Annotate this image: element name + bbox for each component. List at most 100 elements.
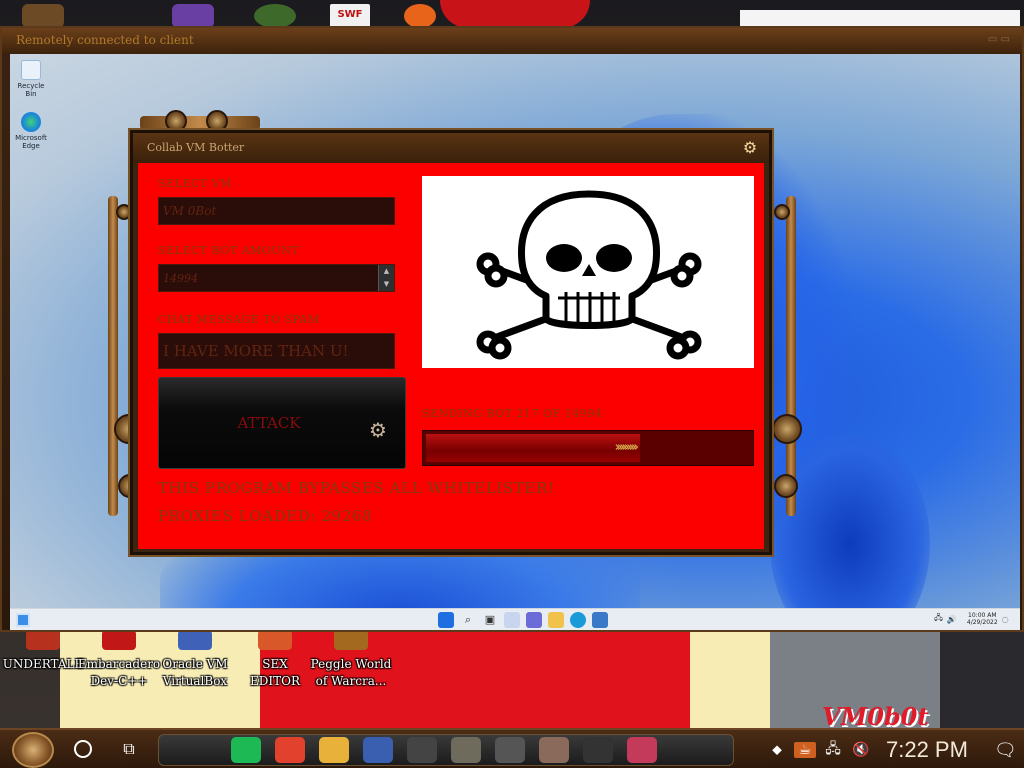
bot-amount-stepper[interactable]: 14994 ▲ ▼ [158,264,395,292]
chat-message-label: CHAT MESSAGE TO SPAM [158,313,320,326]
host-desktop-icon[interactable]: UNDERTALE [0,630,86,673]
host-desktop-icon[interactable]: Embarcadero Dev-C++ [76,630,162,690]
vm-clock-date: 4/29/2022 [966,619,998,626]
spotify-icon[interactable] [231,737,261,763]
notification-center-icon[interactable]: 🗨 [994,740,1017,761]
host-taskbar: ⧉ ⬥ ☕ 🖧 🔇 7:22 PM 🗨 [0,728,1024,768]
select-vm-value: VM 0Bot [163,204,217,218]
vm-taskbar: ⌕ ▣ 🖧 🔊 10:00 AM 4/29/2022 ◌ [10,608,1020,630]
portrait-app-icon[interactable] [539,737,569,763]
cortana-search-icon[interactable] [74,740,92,758]
bot-app-window: Collab VM Botter ⚙ SELECT VM VM 0Bot SEL… [130,130,772,555]
progress-chevrons-icon: ››››››››› [614,440,639,455]
vm-clock-time: 10:00 AM [968,612,997,619]
host-system-tray: ⬥ ☕ 🖧 🔇 7:22 PM 🗨 [760,732,1024,768]
volume-icon[interactable]: 🔊 [947,615,957,624]
bot-app-title: Collab VM Botter [147,141,245,154]
sending-progress-bar: ››››››››› [422,430,754,466]
chevron-up-icon[interactable]: ⬥ [766,742,788,758]
gear-ornament [774,474,798,498]
gimp-icon[interactable] [451,737,481,763]
gauge-ornament [206,110,228,132]
virtualbox-icon [178,630,212,650]
store-icon[interactable] [592,612,608,628]
brass-ornament-top [140,116,260,130]
host-wallpaper-dark-area [940,630,1024,730]
gauge-ornament [165,110,187,132]
stepper-down-icon[interactable]: ▼ [379,278,394,291]
bypass-note: THIS PROGRAM BYPASSES ALL WHITELISTER! [158,479,555,497]
host-wallpaper-cream-right [690,630,770,730]
firefox-icon[interactable] [404,4,436,28]
vm-system-tray: 🖧 🔊 10:00 AM 4/29/2022 ◌ [934,612,1009,626]
remote-window-controls[interactable]: ▭ ▭ [988,34,1010,45]
pinned-apps [158,734,734,766]
undertale-icon [26,630,60,650]
java-update-icon[interactable]: ☕ [794,742,816,758]
widgets-icon[interactable] [16,613,30,627]
unity-icon[interactable] [583,737,613,763]
installer-icon[interactable] [627,737,657,763]
vm-clock[interactable]: 10:00 AM 4/29/2022 [967,612,998,626]
devcpp-icon [102,630,136,650]
network-icon[interactable]: 🖧 [934,612,943,626]
chat-icon[interactable] [526,612,542,628]
vm-taskbar-apps: ⌕ ▣ [438,612,608,628]
attack-button[interactable]: ATTACK ⚙ [158,377,406,469]
peggle-icon [334,630,368,650]
stepper-up-icon[interactable]: ▲ [379,265,394,278]
edge-taskbar-icon[interactable] [570,612,586,628]
tree-app-icon[interactable] [254,4,296,28]
start-button[interactable] [12,732,54,768]
file-explorer-icon[interactable] [548,612,564,628]
recycle-bin-icon [21,60,41,80]
search-icon[interactable]: ⌕ [460,612,476,628]
brass-pipe-right [786,196,796,516]
host-desktop-icon[interactable]: Oracle VM VirtualBox [152,630,238,690]
stepper-buttons[interactable]: ▲ ▼ [378,265,394,291]
host-watermark: VM0b0t [822,702,929,731]
host-desktop-icon-label: Peggle World of Warcra... [310,657,392,688]
virtualbox-icon[interactable] [363,737,393,763]
task-view-icon[interactable]: ▣ [482,612,498,628]
volume-muted-icon[interactable]: 🔇 [850,742,872,758]
wrench-gear-icon: ⚙ [369,418,387,442]
help-icon[interactable] [407,737,437,763]
file-explorer-icon[interactable] [319,737,349,763]
host-desktop-icon[interactable]: Peggle World of Warcra... [308,630,394,690]
bot-amount-value: 14994 [163,271,198,285]
settings-gear-icon[interactable]: ⚙ [741,139,759,157]
select-vm-dropdown[interactable]: VM 0Bot [158,197,395,225]
progress-fill: ››››››››› [426,434,640,462]
vm-desktop-icon-recycle-bin[interactable]: Recycle Bin [12,60,50,98]
host-desktop-icon-label: Embarcadero Dev-C++ [77,657,161,688]
gear-ornament [774,204,790,220]
swf-file-icon[interactable]: SWF [330,4,370,28]
remote-titlebar[interactable]: Remotely connected to client ▭ ▭ [2,28,1022,54]
sex-editor-icon [258,630,292,650]
chrome-icon[interactable] [275,737,305,763]
attack-button-label: ATTACK [237,414,301,432]
bot-app-body: SELECT VM VM 0Bot SELECT BOT AMOUNT 1499… [138,163,764,549]
widgets-board-icon[interactable] [504,612,520,628]
network-icon[interactable]: 🖧 [822,738,844,762]
task-view-icon[interactable]: ⧉ [118,738,140,760]
gear-ornament [772,414,802,444]
remote-window-title: Remotely connected to client [16,33,194,47]
windows-start-icon[interactable] [438,612,454,628]
proxies-loaded-status: PROXIES LOADED: 29268 [158,507,373,525]
skull-app-icon[interactable] [495,737,525,763]
vm-desktop-icon-label: Microsoft Edge [15,134,47,150]
bot-app-titlebar[interactable]: Collab VM Botter ⚙ [133,133,769,163]
host-wallpaper-red-shape [440,0,590,28]
host-desktop-icon-label: SEX EDITOR [250,657,300,688]
chat-message-input[interactable]: I HAVE MORE THAN U! [158,333,395,369]
vm-desktop-icon-edge[interactable]: Microsoft Edge [12,112,50,150]
gears-app-icon[interactable] [22,4,64,28]
notification-icon[interactable]: ◌ [1002,615,1009,624]
host-clock[interactable]: 7:22 PM [886,737,968,763]
visual-studio-icon[interactable] [172,4,214,28]
skull-crossbones-image [422,176,754,368]
host-desktop-icon[interactable]: SEX EDITOR [232,630,318,690]
vm-desktop-icon-label: Recycle Bin [17,82,45,98]
